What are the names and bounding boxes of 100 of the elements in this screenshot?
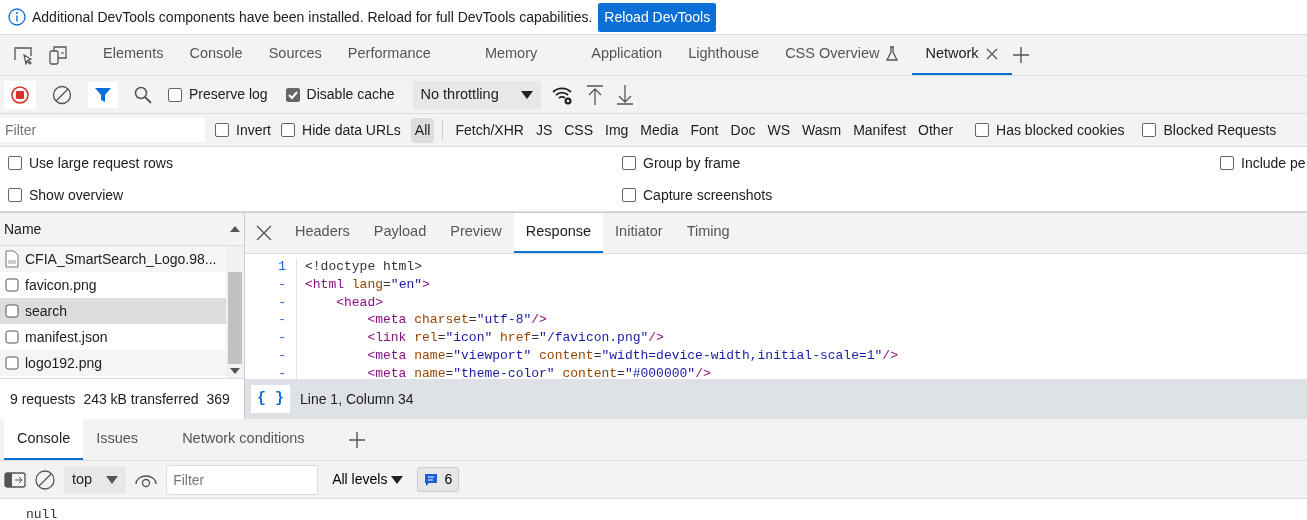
tab[interactable]: Timing: [674, 213, 742, 253]
type-filter[interactable]: Doc: [726, 117, 760, 143]
type-filter[interactable]: Fetch/XHR: [451, 117, 528, 143]
clear-icon[interactable]: [52, 84, 72, 105]
type-filter[interactable]: Media: [636, 117, 683, 143]
checkbox-label: Hide data URLs: [302, 120, 401, 140]
line-number: -: [245, 293, 297, 312]
tab[interactable]: Memory: [471, 35, 551, 75]
checkbox-label: Group by frame: [643, 153, 741, 173]
line-number: -: [245, 329, 297, 347]
request-row[interactable]: CFIA_SmartSearch_Logo.98...: [0, 246, 226, 272]
filter-icon[interactable]: [94, 85, 112, 104]
context-select[interactable]: top: [64, 465, 127, 494]
checkbox[interactable]: [281, 123, 295, 137]
download-icon[interactable]: [614, 83, 635, 106]
file-icon: [5, 278, 19, 292]
tab[interactable]: Lighthouse: [675, 35, 773, 75]
caret-down-icon: [391, 474, 404, 485]
close-icon[interactable]: [984, 47, 999, 61]
filter-field[interactable]: Filter: [0, 118, 205, 142]
file-icon: [5, 304, 19, 318]
tab[interactable]: Console: [176, 35, 256, 75]
checkbox-label: Show overview: [29, 185, 124, 205]
levels-dropdown[interactable]: All levels: [326, 465, 410, 494]
tab[interactable]: Payload: [361, 213, 439, 253]
code-line: <meta name="theme-color" content="#000000"/>: [366, 364, 711, 379]
close-icon[interactable]: [255, 224, 273, 242]
type-filter[interactable]: Manifest: [849, 117, 911, 143]
reload-button[interactable]: Reload DevTools: [598, 2, 717, 32]
upload-icon[interactable]: [584, 83, 605, 106]
sidebar-icon[interactable]: [4, 470, 26, 489]
tab[interactable]: Elements: [90, 35, 177, 75]
plus-icon[interactable]: [347, 430, 366, 449]
tab[interactable]: Sources: [255, 35, 335, 75]
tab[interactable]: Application: [578, 35, 676, 75]
type-filter[interactable]: JS: [531, 117, 557, 143]
checkbox[interactable]: [285, 87, 300, 102]
checkbox-label: Invert: [236, 120, 271, 140]
summary-text: 243 kB transferred: [83, 389, 199, 409]
summary-text: 369: [206, 389, 230, 409]
type-filter[interactable]: All: [410, 117, 435, 143]
checkbox[interactable]: [168, 87, 182, 102]
type-filter[interactable]: Img: [601, 117, 633, 143]
device-icon[interactable]: [46, 45, 68, 65]
request-row[interactable]: search: [0, 298, 226, 324]
code-line: <link rel="icon" href="/favicon.png"/>: [366, 329, 664, 347]
checkbox[interactable]: [1220, 156, 1234, 170]
type-filter[interactable]: CSS: [560, 117, 597, 143]
checkbox[interactable]: [1142, 123, 1157, 137]
checkbox[interactable]: [622, 156, 636, 170]
summary-text: 9 requests: [10, 389, 76, 409]
checkbox-label: Use large request rows: [29, 153, 173, 173]
cursor-position: Line 1, Column 34: [300, 389, 414, 409]
caret-down-icon: [520, 89, 533, 100]
search-icon[interactable]: [134, 85, 152, 104]
tab[interactable]: Performance: [334, 35, 444, 75]
message-count[interactable]: 6: [417, 467, 460, 492]
request-row[interactable]: logo192.png: [0, 350, 226, 376]
line-number: -: [245, 275, 297, 294]
file-icon: [5, 356, 19, 370]
clear-icon[interactable]: [34, 468, 56, 491]
checkbox-label: Has blocked cookies: [996, 120, 1125, 140]
checkbox[interactable]: [8, 156, 22, 170]
caret-down-icon: [106, 474, 119, 485]
checkbox[interactable]: [8, 188, 22, 202]
tab[interactable]: Headers: [283, 213, 362, 253]
code-line: <head>: [335, 293, 383, 312]
throttling-select[interactable]: No throttling: [412, 80, 541, 109]
file-icon: [5, 330, 19, 344]
message-icon: [424, 472, 439, 487]
tab[interactable]: CSS Overview: [772, 35, 913, 75]
code-line: <meta charset="utf-8"/>: [366, 311, 547, 330]
tab[interactable]: Issues: [83, 419, 152, 460]
check-icon: [287, 89, 298, 100]
checkbox[interactable]: [622, 188, 636, 202]
line-number: -: [245, 347, 297, 365]
code-line: <meta name="viewport" content="width=device-width,initial-scale=1"/>: [366, 347, 898, 365]
type-filter[interactable]: Wasm: [798, 117, 846, 143]
inspect-icon[interactable]: [12, 45, 34, 65]
tab[interactable]: Network conditions: [169, 419, 318, 460]
filter-field[interactable]: Filter: [166, 464, 319, 495]
tab[interactable]: Response: [513, 213, 604, 253]
pretty-print-button[interactable]: { }: [251, 384, 290, 414]
type-filter[interactable]: WS: [763, 117, 794, 143]
line-number: -: [245, 311, 297, 330]
checkbox[interactable]: [215, 123, 229, 137]
stop-recording-icon[interactable]: [10, 84, 30, 105]
tab[interactable]: Preview: [438, 213, 514, 253]
tab[interactable]: Console: [4, 419, 84, 460]
scrollbar[interactable]: [226, 246, 244, 378]
checkbox[interactable]: [975, 123, 990, 137]
code-line: <html lang="en">: [304, 275, 430, 294]
line-number: 1: [245, 258, 297, 276]
checkbox-label: Preserve log: [189, 85, 268, 104]
checkbox-label: Blocked Requests: [1163, 120, 1277, 140]
type-filter[interactable]: Other: [914, 117, 958, 143]
tab[interactable]: Initiator: [603, 213, 675, 253]
checkbox-label: Disable cache: [306, 85, 395, 104]
plus-icon[interactable]: [1011, 46, 1030, 64]
type-filter[interactable]: Font: [686, 117, 723, 143]
